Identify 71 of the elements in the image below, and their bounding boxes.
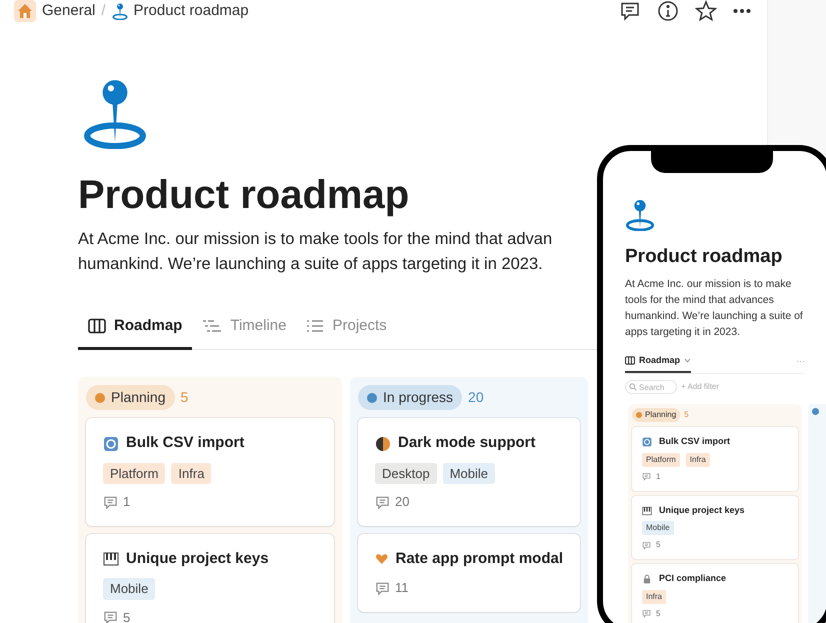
- comment-icon[interactable]: [619, 0, 641, 22]
- page-title: Product roadmap: [78, 172, 410, 219]
- breadcrumb-link[interactable]: Product roadmap: [134, 0, 249, 22]
- chevron-down-icon: [684, 358, 692, 364]
- comment-icon: [103, 494, 118, 510]
- tag: Mobile: [103, 578, 156, 600]
- card[interactable]: Unique project keys Mobile 5: [632, 496, 798, 560]
- card[interactable]: Bulk CSV import Platform Infra 1: [86, 418, 334, 526]
- star-icon[interactable]: [695, 0, 717, 22]
- timeline-icon: [202, 319, 222, 334]
- card[interactable]: Bulk CSV import Platform Infra 1: [632, 427, 798, 491]
- view-tab[interactable]: Roadmap: [78, 314, 192, 350]
- card-title: Bulk CSV import: [126, 433, 244, 454]
- item-count: 20: [468, 388, 484, 408]
- page-description: At Acme Inc. our mission is to make tools for the mind that advances humankind. We’re launching a suite of apps targeting it in 2023.: [625, 276, 804, 340]
- comment-icon: [375, 580, 390, 596]
- search-icon: [629, 383, 637, 392]
- status-pill[interactable]: In progress: [358, 385, 462, 410]
- comment-count: 1: [123, 493, 130, 512]
- card-title: Unique project keys: [659, 504, 745, 517]
- tag: Desktop: [375, 462, 437, 484]
- pin-icon: [82, 78, 148, 149]
- card[interactable]: Rate app prompt modal 11: [358, 534, 580, 612]
- comment-icon: [642, 540, 651, 550]
- comment-count: 1: [656, 470, 660, 483]
- info-icon[interactable]: [657, 0, 679, 22]
- card-title: Unique project keys: [126, 548, 269, 569]
- comment-count: 5: [656, 539, 660, 552]
- view-tab[interactable]: Roadmap: [625, 354, 692, 374]
- tag: Infra: [171, 462, 212, 484]
- search-field[interactable]: Search: [625, 380, 677, 394]
- tag: Mobile: [442, 462, 495, 484]
- page-description: humankind. We’re launching a suite of apps targeting it in 2023.: [78, 254, 543, 275]
- card[interactable]: Dark mode support Desktop Mobile 20: [358, 418, 580, 526]
- card-title: PCI compliance: [659, 572, 726, 586]
- comment-count: 5: [656, 608, 660, 620]
- lock-icon: [642, 574, 652, 584]
- half-moon-icon: [375, 436, 391, 452]
- comment-icon: [103, 610, 118, 623]
- card-title: Dark mode support: [398, 433, 536, 454]
- comment-count: 20: [395, 493, 410, 512]
- breadcrumb-link[interactable]: General: [42, 0, 96, 22]
- comment-icon: [642, 609, 651, 618]
- card-title: Bulk CSV import: [659, 435, 730, 448]
- more-icon[interactable]: [733, 8, 751, 14]
- status-pill[interactable]: Planning: [632, 408, 680, 422]
- tag: Platform: [642, 452, 680, 467]
- list-icon: [306, 319, 324, 334]
- board-icon: [625, 356, 635, 366]
- pin-icon: [625, 199, 655, 232]
- page-title: Product roadmap: [625, 245, 784, 270]
- comment-icon: [375, 494, 390, 510]
- breadcrumb-separator: /: [101, 1, 106, 21]
- item-count: 5: [180, 388, 188, 408]
- tag: Infra: [642, 590, 666, 604]
- piano-keys-icon: [642, 506, 652, 516]
- comment-icon: [642, 472, 651, 482]
- card-title: Rate app prompt modal: [395, 548, 563, 569]
- piano-keys-icon: [103, 551, 119, 568]
- tag: Infra: [686, 452, 710, 467]
- item-count: 5: [684, 409, 689, 422]
- status-pill[interactable]: Planning: [86, 385, 174, 410]
- comment-count: 11: [395, 579, 408, 598]
- tag: Mobile: [642, 521, 674, 536]
- pin-icon: [112, 2, 128, 20]
- page-description: At Acme Inc. our mission is to make tools for the mind that advan: [78, 228, 552, 250]
- tag: Platform: [103, 462, 166, 484]
- card[interactable]: Unique project keys Mobile 5: [86, 534, 334, 623]
- comment-count: 5: [123, 608, 130, 623]
- card[interactable]: PCI compliance Infra 5: [632, 564, 798, 623]
- board-icon: [88, 318, 106, 334]
